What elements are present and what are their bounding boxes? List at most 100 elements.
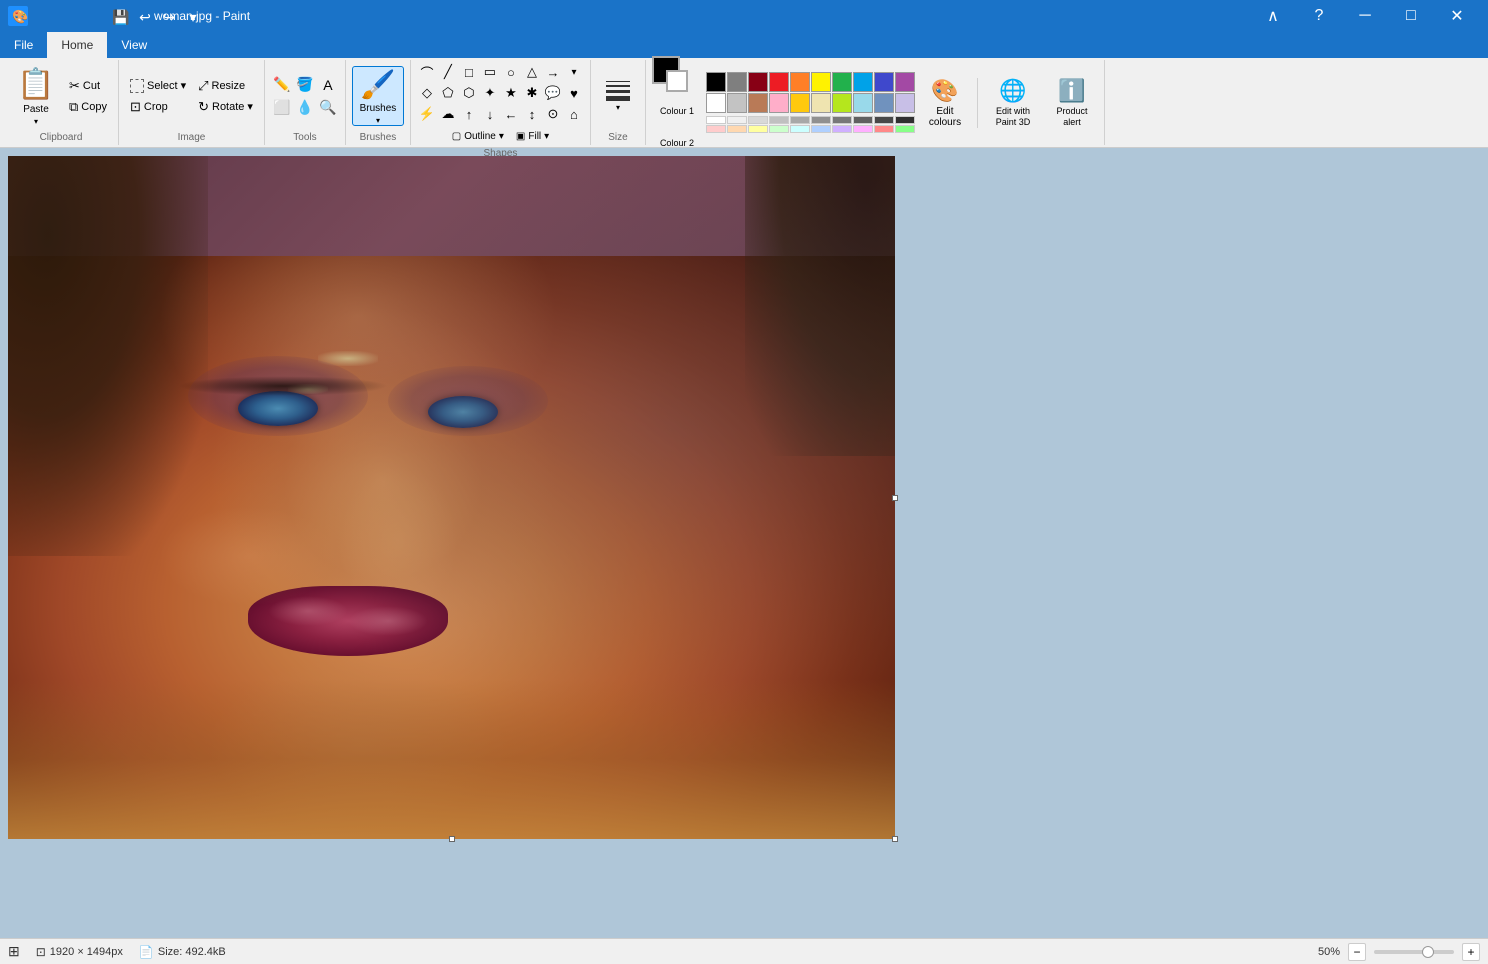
color-lightblue[interactable] <box>853 93 873 113</box>
magnifier-tool[interactable]: 🔍 <box>317 97 339 119</box>
shape-heart[interactable]: ♥ <box>564 83 584 103</box>
paste-button[interactable]: 📋 Paste ▾ <box>10 66 62 126</box>
canvas-handle-br[interactable] <box>892 836 898 842</box>
rotate-button[interactable]: ↻ Rotate ▾ <box>193 97 258 117</box>
colour2-box[interactable] <box>666 70 688 92</box>
ext-color-3[interactable] <box>748 116 768 124</box>
edit-colours-button[interactable]: 🎨 Edit colours <box>919 73 971 133</box>
ext-color-19[interactable] <box>874 125 894 133</box>
color-picker-tool[interactable]: 💧 <box>294 97 316 119</box>
undo-button[interactable]: ↩ <box>134 6 156 28</box>
color-white[interactable] <box>706 93 726 113</box>
product-alert-button[interactable]: ℹ️ Product alert <box>1046 73 1098 133</box>
redo-button[interactable]: ↪ <box>158 6 180 28</box>
ext-color-8[interactable] <box>853 116 873 124</box>
ext-color-2[interactable] <box>727 116 747 124</box>
shape-diamond[interactable]: ◇ <box>417 83 437 103</box>
color-gray[interactable] <box>727 72 747 92</box>
shape-ellipse[interactable]: ○ <box>501 62 521 82</box>
pencil-tool[interactable]: ✏️ <box>271 74 293 96</box>
shape-triangle[interactable]: △ <box>522 62 542 82</box>
shape-downarrow[interactable]: ↓ <box>480 104 500 124</box>
ext-color-5[interactable] <box>790 116 810 124</box>
shape-extra[interactable]: ⌂ <box>564 104 584 124</box>
shape-curve[interactable]: ⌒ <box>417 62 437 82</box>
color-red[interactable] <box>769 72 789 92</box>
zoom-in-button[interactable]: + <box>1462 943 1480 961</box>
canvas-handle-mr[interactable] <box>892 495 898 501</box>
color-cyan[interactable] <box>853 72 873 92</box>
tab-home[interactable]: Home <box>47 32 107 58</box>
shape-star4[interactable]: ✦ <box>480 83 500 103</box>
color-pink[interactable] <box>769 93 789 113</box>
edit-paint3d-button[interactable]: 🌐 Edit with Paint 3D <box>984 73 1042 133</box>
color-slateblue[interactable] <box>874 93 894 113</box>
shape-uparrow[interactable]: ↑ <box>459 104 479 124</box>
brushes-button[interactable]: 🖌️ Brushes ▾ <box>352 66 404 126</box>
color-cream[interactable] <box>811 93 831 113</box>
close-button[interactable]: ✕ <box>1434 0 1480 32</box>
ext-color-20[interactable] <box>895 125 915 133</box>
shape-pentagon[interactable]: ⬠ <box>438 83 458 103</box>
ext-color-10[interactable] <box>895 116 915 124</box>
color-blue[interactable] <box>874 72 894 92</box>
canvas-handle-bm[interactable] <box>449 836 455 842</box>
ext-color-15[interactable] <box>790 125 810 133</box>
shape-rightarrow[interactable]: → <box>543 62 563 82</box>
color-lavender[interactable] <box>895 93 915 113</box>
shapes-more[interactable]: ▾ <box>564 62 584 82</box>
size-button[interactable]: ▾ <box>597 66 639 126</box>
color-tan[interactable] <box>748 93 768 113</box>
ext-color-17[interactable] <box>832 125 852 133</box>
resize-button[interactable]: ⤢ Resize <box>193 76 258 96</box>
fill-tool[interactable]: 🪣 <box>294 74 316 96</box>
ext-color-13[interactable] <box>748 125 768 133</box>
color-purple[interactable] <box>895 72 915 92</box>
color-lightgray[interactable] <box>727 93 747 113</box>
cut-button[interactable]: ✂ Cut <box>64 76 112 96</box>
shape-hexagon[interactable]: ⬡ <box>459 83 479 103</box>
color-lime[interactable] <box>832 93 852 113</box>
ext-color-4[interactable] <box>769 116 789 124</box>
zoom-out-button[interactable]: − <box>1348 943 1366 961</box>
text-tool[interactable]: A <box>317 74 339 96</box>
shape-star6[interactable]: ✱ <box>522 83 542 103</box>
shape-rect[interactable]: □ <box>459 62 479 82</box>
tab-view[interactable]: View <box>107 32 161 58</box>
shape-cylinder[interactable]: ⊙ <box>543 104 563 124</box>
color-green[interactable] <box>832 72 852 92</box>
outline-button[interactable]: ▢ Outline ▾ <box>447 126 509 146</box>
shape-callout[interactable]: 💬 <box>543 83 563 103</box>
ext-color-9[interactable] <box>874 116 894 124</box>
color-orange[interactable] <box>790 72 810 92</box>
color-darkred[interactable] <box>748 72 768 92</box>
minimize-button[interactable]: ─ <box>1342 0 1388 32</box>
shape-4wayarrow[interactable]: ↕ <box>522 104 542 124</box>
color-yellow[interactable] <box>811 72 831 92</box>
ext-color-12[interactable] <box>727 125 747 133</box>
ext-color-18[interactable] <box>853 125 873 133</box>
save-button[interactable]: 💾 <box>110 6 132 28</box>
select-button[interactable]: Select ▾ <box>125 76 191 96</box>
crop-button[interactable]: ⊡ Crop <box>125 97 191 117</box>
ext-color-1[interactable] <box>706 116 726 124</box>
ext-color-11[interactable] <box>706 125 726 133</box>
canvas-image[interactable] <box>8 156 895 839</box>
quick-access-dropdown[interactable]: ▾ <box>182 6 204 28</box>
ext-color-14[interactable] <box>769 125 789 133</box>
shape-line[interactable]: ╱ <box>438 62 458 82</box>
eraser-tool[interactable]: ⬜ <box>271 97 293 119</box>
canvas-area[interactable] <box>0 148 1488 938</box>
ext-color-16[interactable] <box>811 125 831 133</box>
shape-lightning[interactable]: ⚡ <box>417 104 437 124</box>
ext-color-6[interactable] <box>811 116 831 124</box>
help-button[interactable]: ? <box>1296 0 1342 32</box>
color-gold[interactable] <box>790 93 810 113</box>
shape-cloud[interactable]: ☁ <box>438 104 458 124</box>
zoom-slider[interactable] <box>1374 950 1454 954</box>
ext-color-7[interactable] <box>832 116 852 124</box>
zoom-thumb[interactable] <box>1422 946 1434 958</box>
shape-leftarrow[interactable]: ← <box>501 104 521 124</box>
color-black[interactable] <box>706 72 726 92</box>
copy-button[interactable]: ⧉ Copy <box>64 97 112 117</box>
